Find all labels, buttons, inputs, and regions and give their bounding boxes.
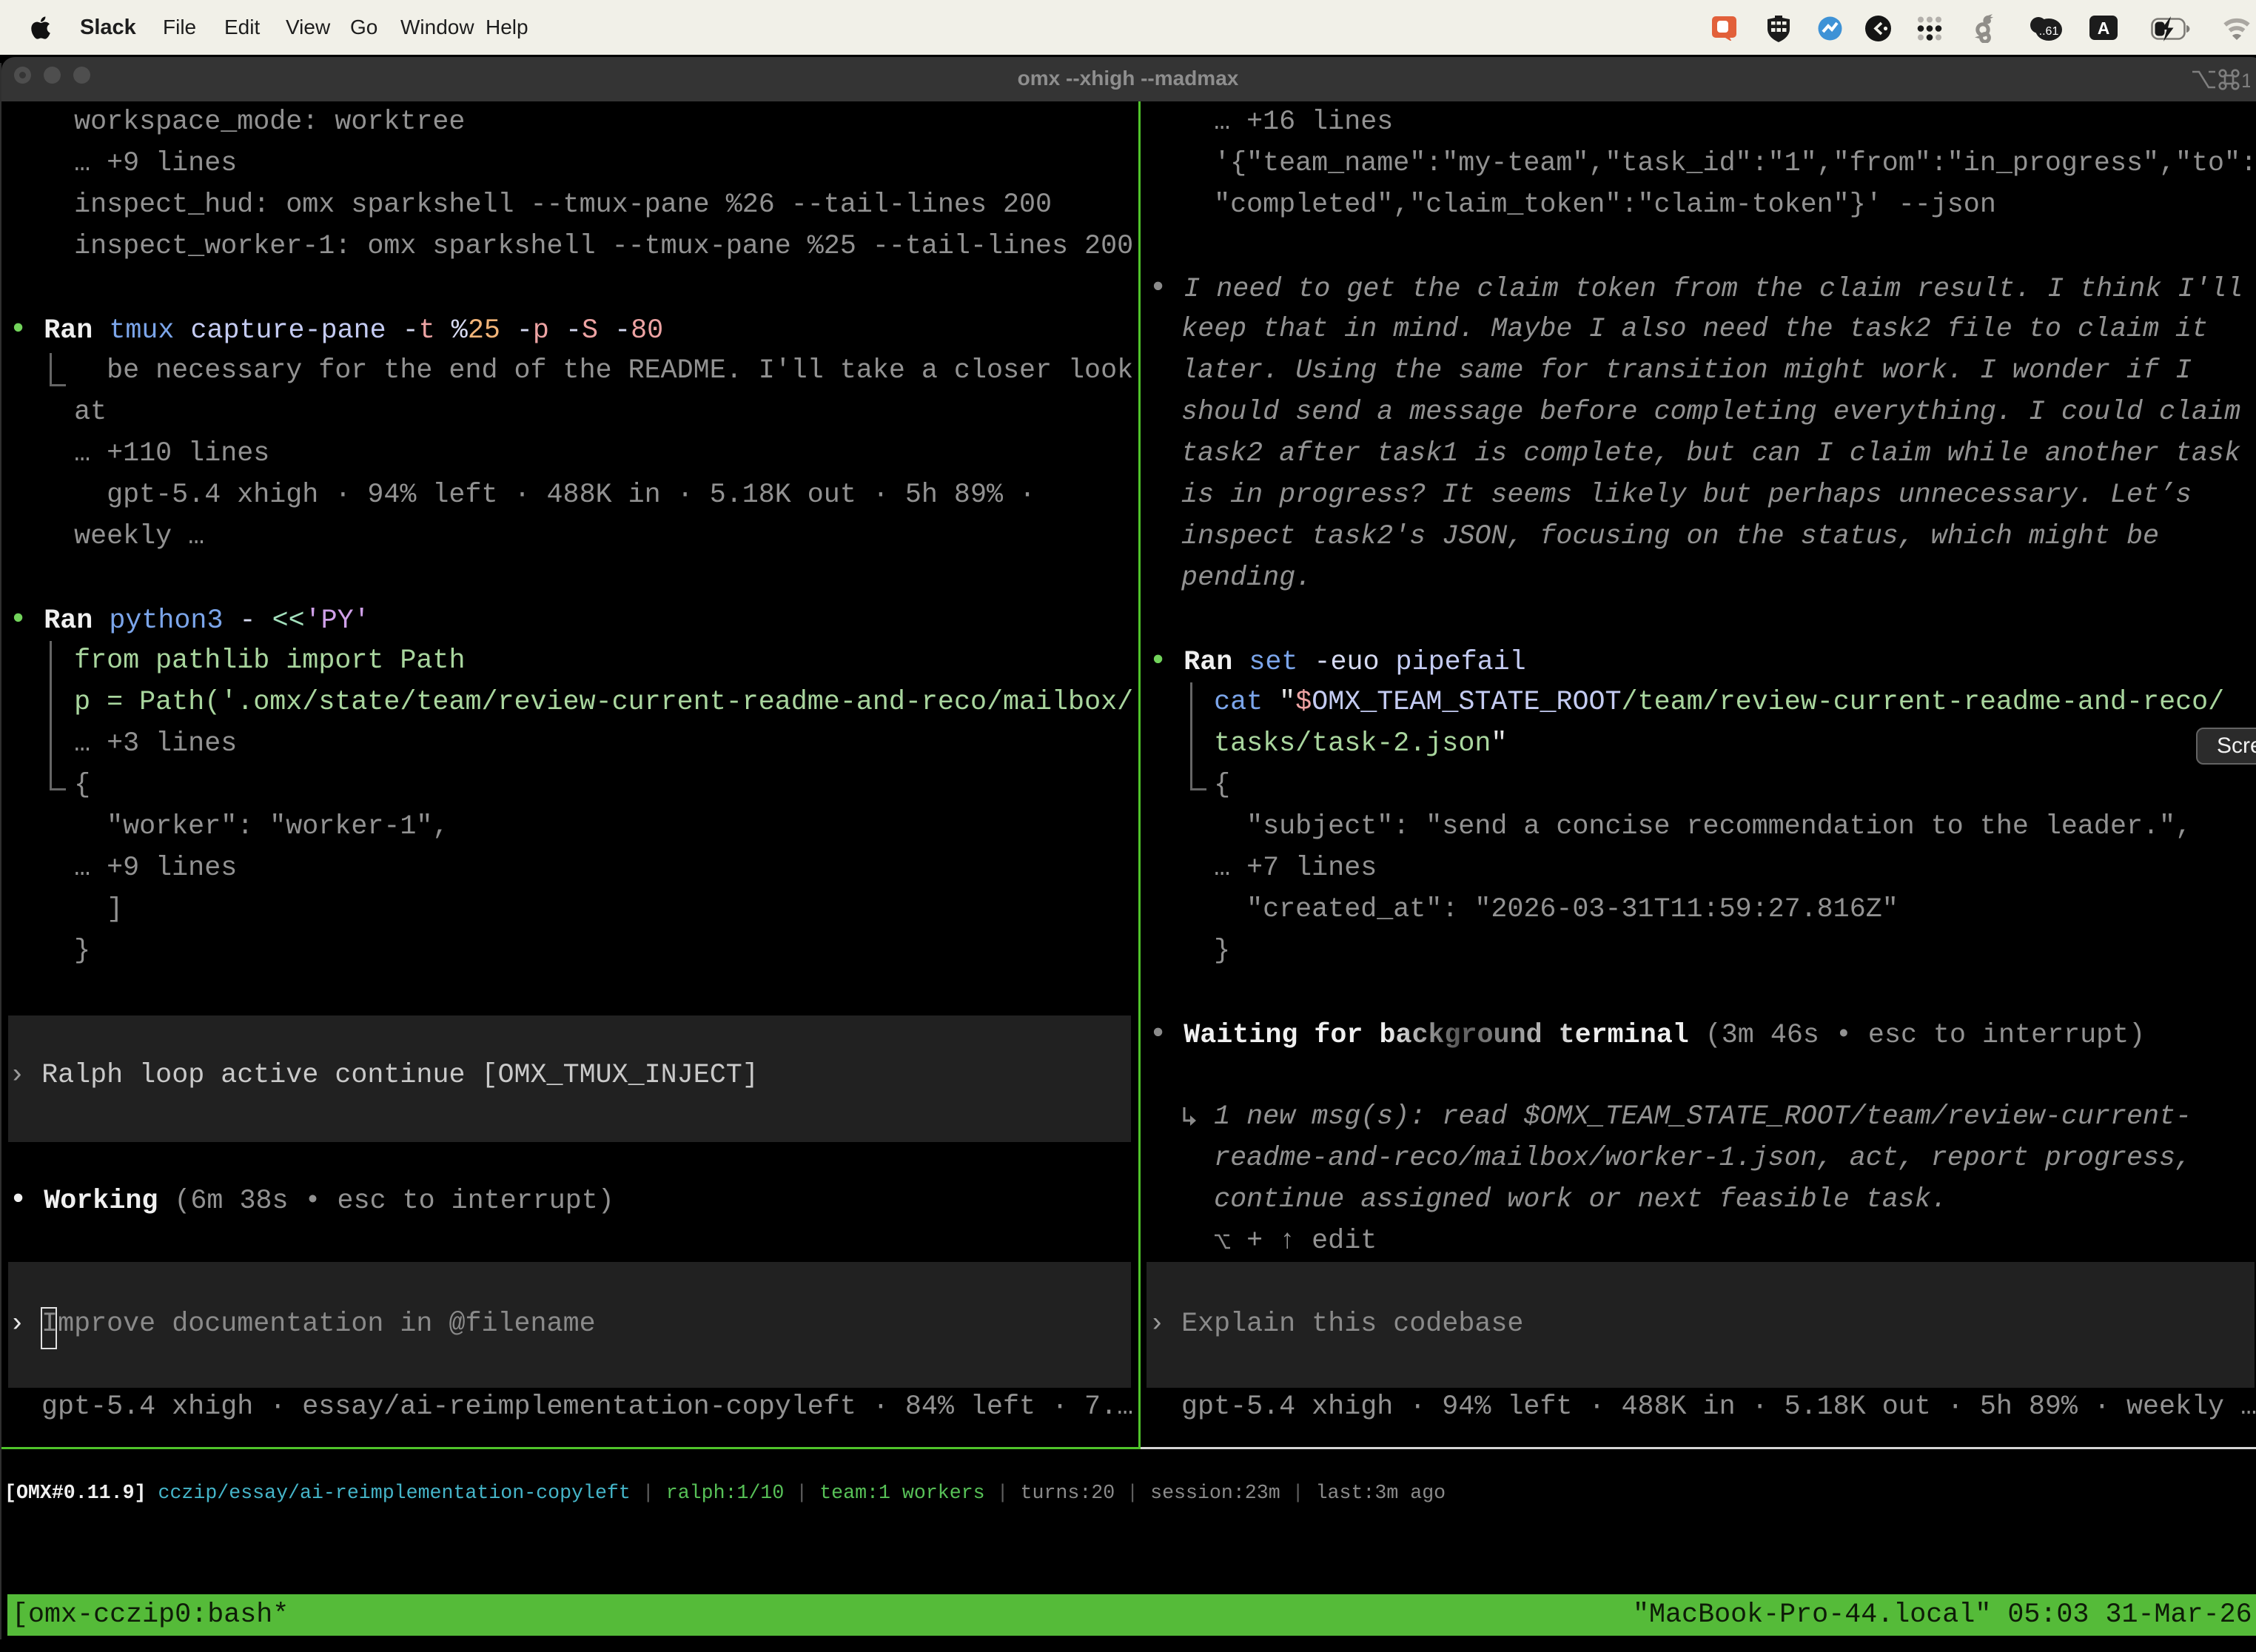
svg-text:A: A xyxy=(2098,19,2110,38)
svg-text:..61: ..61 xyxy=(2039,25,2059,38)
svg-text:1: 1 xyxy=(2241,70,2250,92)
